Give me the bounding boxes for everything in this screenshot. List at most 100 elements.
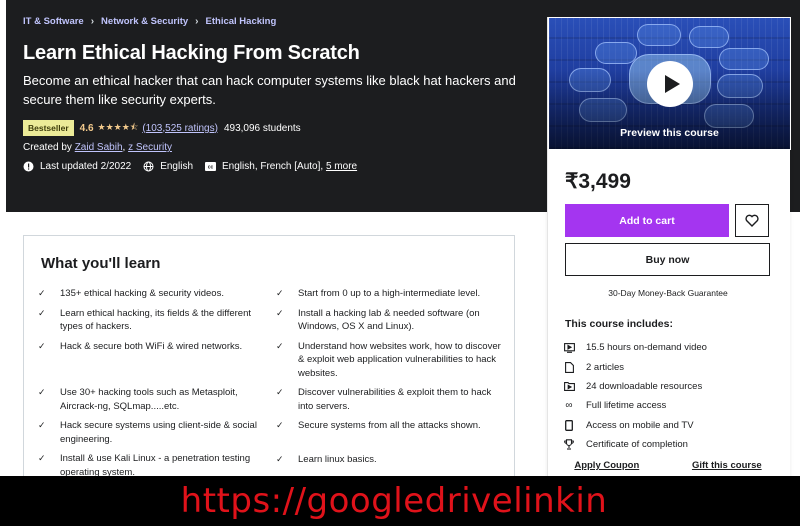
learn-item: ✓ Understand how websites work, how to di… [276, 340, 506, 381]
course-subtitle: Become an ethical hacker that can hack c… [23, 73, 516, 107]
apply-coupon-link[interactable]: Apply Coupon [574, 460, 639, 471]
include-item: Certificate of completion [563, 435, 707, 454]
learn-item: ✓ Learn linux basics. [276, 453, 506, 467]
include-text: Full lifetime access [586, 400, 667, 412]
created-by: Created by Zaid Sabih, z Security [23, 142, 172, 153]
include-item: 15.5 hours on-demand video [563, 338, 707, 357]
learn-column-right: ✓ Start from 0 up to a high-intermediate … [276, 287, 506, 472]
last-updated: Last updated 2/2022 [23, 161, 131, 172]
learn-item: ✓ Install & use Kali Linux - a penetratio… [38, 452, 268, 479]
globe-icon [143, 161, 154, 172]
wishlist-button[interactable] [735, 204, 769, 237]
trophy-icon [563, 439, 575, 451]
breadcrumb-network-security[interactable]: Network & Security [101, 16, 188, 27]
play-icon [664, 75, 680, 93]
video-icon [563, 342, 575, 354]
breadcrumb-it-software[interactable]: IT & Software [23, 16, 84, 27]
chevron-right-icon: › [195, 16, 199, 27]
infinity-icon: ∞ [565, 400, 573, 412]
include-item: 24 downloadable resources [563, 377, 707, 396]
learn-item: ✓ Use 30+ hacking tools such as Metasploi… [38, 386, 268, 413]
page-title: Learn Ethical Hacking From Scratch [23, 42, 360, 64]
check-icon: ✓ [38, 453, 46, 463]
check-icon: ✓ [276, 288, 284, 298]
chevron-right-icon: › [90, 16, 95, 27]
learn-item-text: Install a hacking lab & needed software … [298, 307, 480, 333]
learn-item-text: Discover vulnerabilities & exploit them … [298, 387, 492, 412]
article-icon [563, 361, 575, 373]
include-text: 24 downloadable resources [586, 380, 703, 392]
created-by-label: Created by [23, 142, 72, 153]
check-icon: ✓ [38, 420, 46, 430]
purchase-sidebar: Preview this course ₹3,499 Add to cart B… [547, 17, 791, 487]
includes-list: 15.5 hours on-demand video 2 articles 24… [563, 338, 707, 454]
check-icon: ✓ [38, 340, 46, 351]
learn-title: What you'll learn [41, 255, 161, 272]
learn-item: ✓ Secure systems from all the attacks sho… [276, 419, 506, 433]
last-updated-text: Last updated 2/2022 [40, 161, 132, 172]
learn-item-text: Learn ethical hacking, its fields & the … [60, 307, 251, 333]
coupon-gift-row: Apply Coupon Gift this course [548, 460, 788, 471]
breadcrumb: IT & Software › Network & Security › Eth… [23, 16, 276, 27]
learn-item-text: Hack secure systems using client-side & … [60, 420, 257, 445]
check-icon: ✓ [276, 420, 284, 430]
buy-now-button[interactable]: Buy now [565, 243, 770, 276]
svg-text:cc: cc [208, 165, 214, 171]
preview-label: Preview this course [620, 127, 719, 139]
learn-item: ✓ Discover vulnerabilities & exploit them… [276, 386, 506, 413]
include-item: ∞ Full lifetime access [563, 396, 707, 415]
add-to-cart-button[interactable]: Add to cart [565, 204, 729, 237]
learn-item: ✓ Start from 0 up to a high-intermediate … [276, 287, 506, 301]
ratings-count-link[interactable]: (103,525 ratings) [142, 123, 218, 134]
learn-item: ✓ 135+ ethical hacking & security videos. [38, 287, 268, 301]
learn-item: ✓ Learn ethical hacking, its fields & the… [38, 307, 268, 334]
include-item: Access on mobile and TV [563, 416, 707, 435]
check-icon: ✓ [38, 307, 46, 318]
check-icon: ✓ [38, 288, 46, 298]
learn-item-text: Learn linux basics. [298, 453, 377, 465]
learn-item-text: 135+ ethical hacking & security videos. [60, 288, 224, 299]
author-link-zaid-sabih[interactable]: Zaid Sabih [75, 142, 123, 153]
star-rating-icon: ★★★★⯪ [97, 122, 139, 132]
captions-more-link[interactable]: 5 more [326, 161, 357, 172]
play-button[interactable] [647, 61, 693, 107]
learn-item-text: Understand how websites work, how to dis… [298, 340, 501, 379]
learn-item-text: Use 30+ hacking tools such as Metasploit… [60, 387, 238, 412]
watermark-url-text: https://googledrivelinkin [180, 481, 608, 521]
course-meta: Last updated 2/2022 English cc English, … [23, 161, 369, 172]
include-text: 2 articles [586, 361, 625, 373]
header-edge [790, 0, 800, 212]
learn-column-left: ✓ 135+ ethical hacking & security videos.… [38, 287, 268, 485]
learn-item-text: Install & use Kali Linux - a penetration… [60, 453, 251, 478]
money-back-guarantee: 30-Day Money-Back Guarantee [608, 288, 728, 298]
check-icon: ✓ [276, 307, 284, 318]
check-icon: ✓ [276, 453, 284, 464]
language: English [143, 161, 193, 172]
learn-item: ✓ Hack & secure both WiFi & wired network… [38, 340, 268, 354]
gift-course-link[interactable]: Gift this course [692, 460, 762, 471]
students-count: 493,096 students [223, 122, 301, 134]
learn-item-text: Hack & secure both WiFi & wired networks… [60, 340, 243, 352]
author-link-z-security[interactable]: z Security [128, 142, 172, 153]
include-text: Certificate of completion [586, 439, 688, 451]
check-icon: ✓ [276, 387, 284, 397]
course-preview-video[interactable]: Preview this course [548, 17, 791, 150]
download-icon [563, 380, 575, 392]
watermark-banner: https://googledrivelinkin [0, 476, 800, 526]
captions: cc English, French [Auto], 5 more [205, 161, 357, 172]
learn-item: ✓ Install a hacking lab & needed software… [276, 307, 506, 334]
breadcrumb-ethical-hacking[interactable]: Ethical Hacking [206, 16, 277, 27]
check-icon: ✓ [38, 387, 46, 397]
learn-item-text: Start from 0 up to a high-intermediate l… [298, 288, 481, 299]
check-icon: ✓ [276, 340, 284, 351]
learn-item-text: Secure systems from all the attacks show… [298, 420, 481, 431]
includes-title: This course includes: [565, 318, 673, 330]
price: ₹3,499 [565, 170, 631, 193]
include-text: Access on mobile and TV [586, 419, 694, 431]
closed-captions-icon: cc [205, 161, 217, 172]
learn-item: ✓ Hack secure systems using client-side &… [38, 419, 268, 446]
alert-icon [23, 161, 34, 172]
mobile-icon [563, 419, 575, 431]
language-text: English [160, 161, 194, 172]
heart-icon [745, 214, 759, 227]
